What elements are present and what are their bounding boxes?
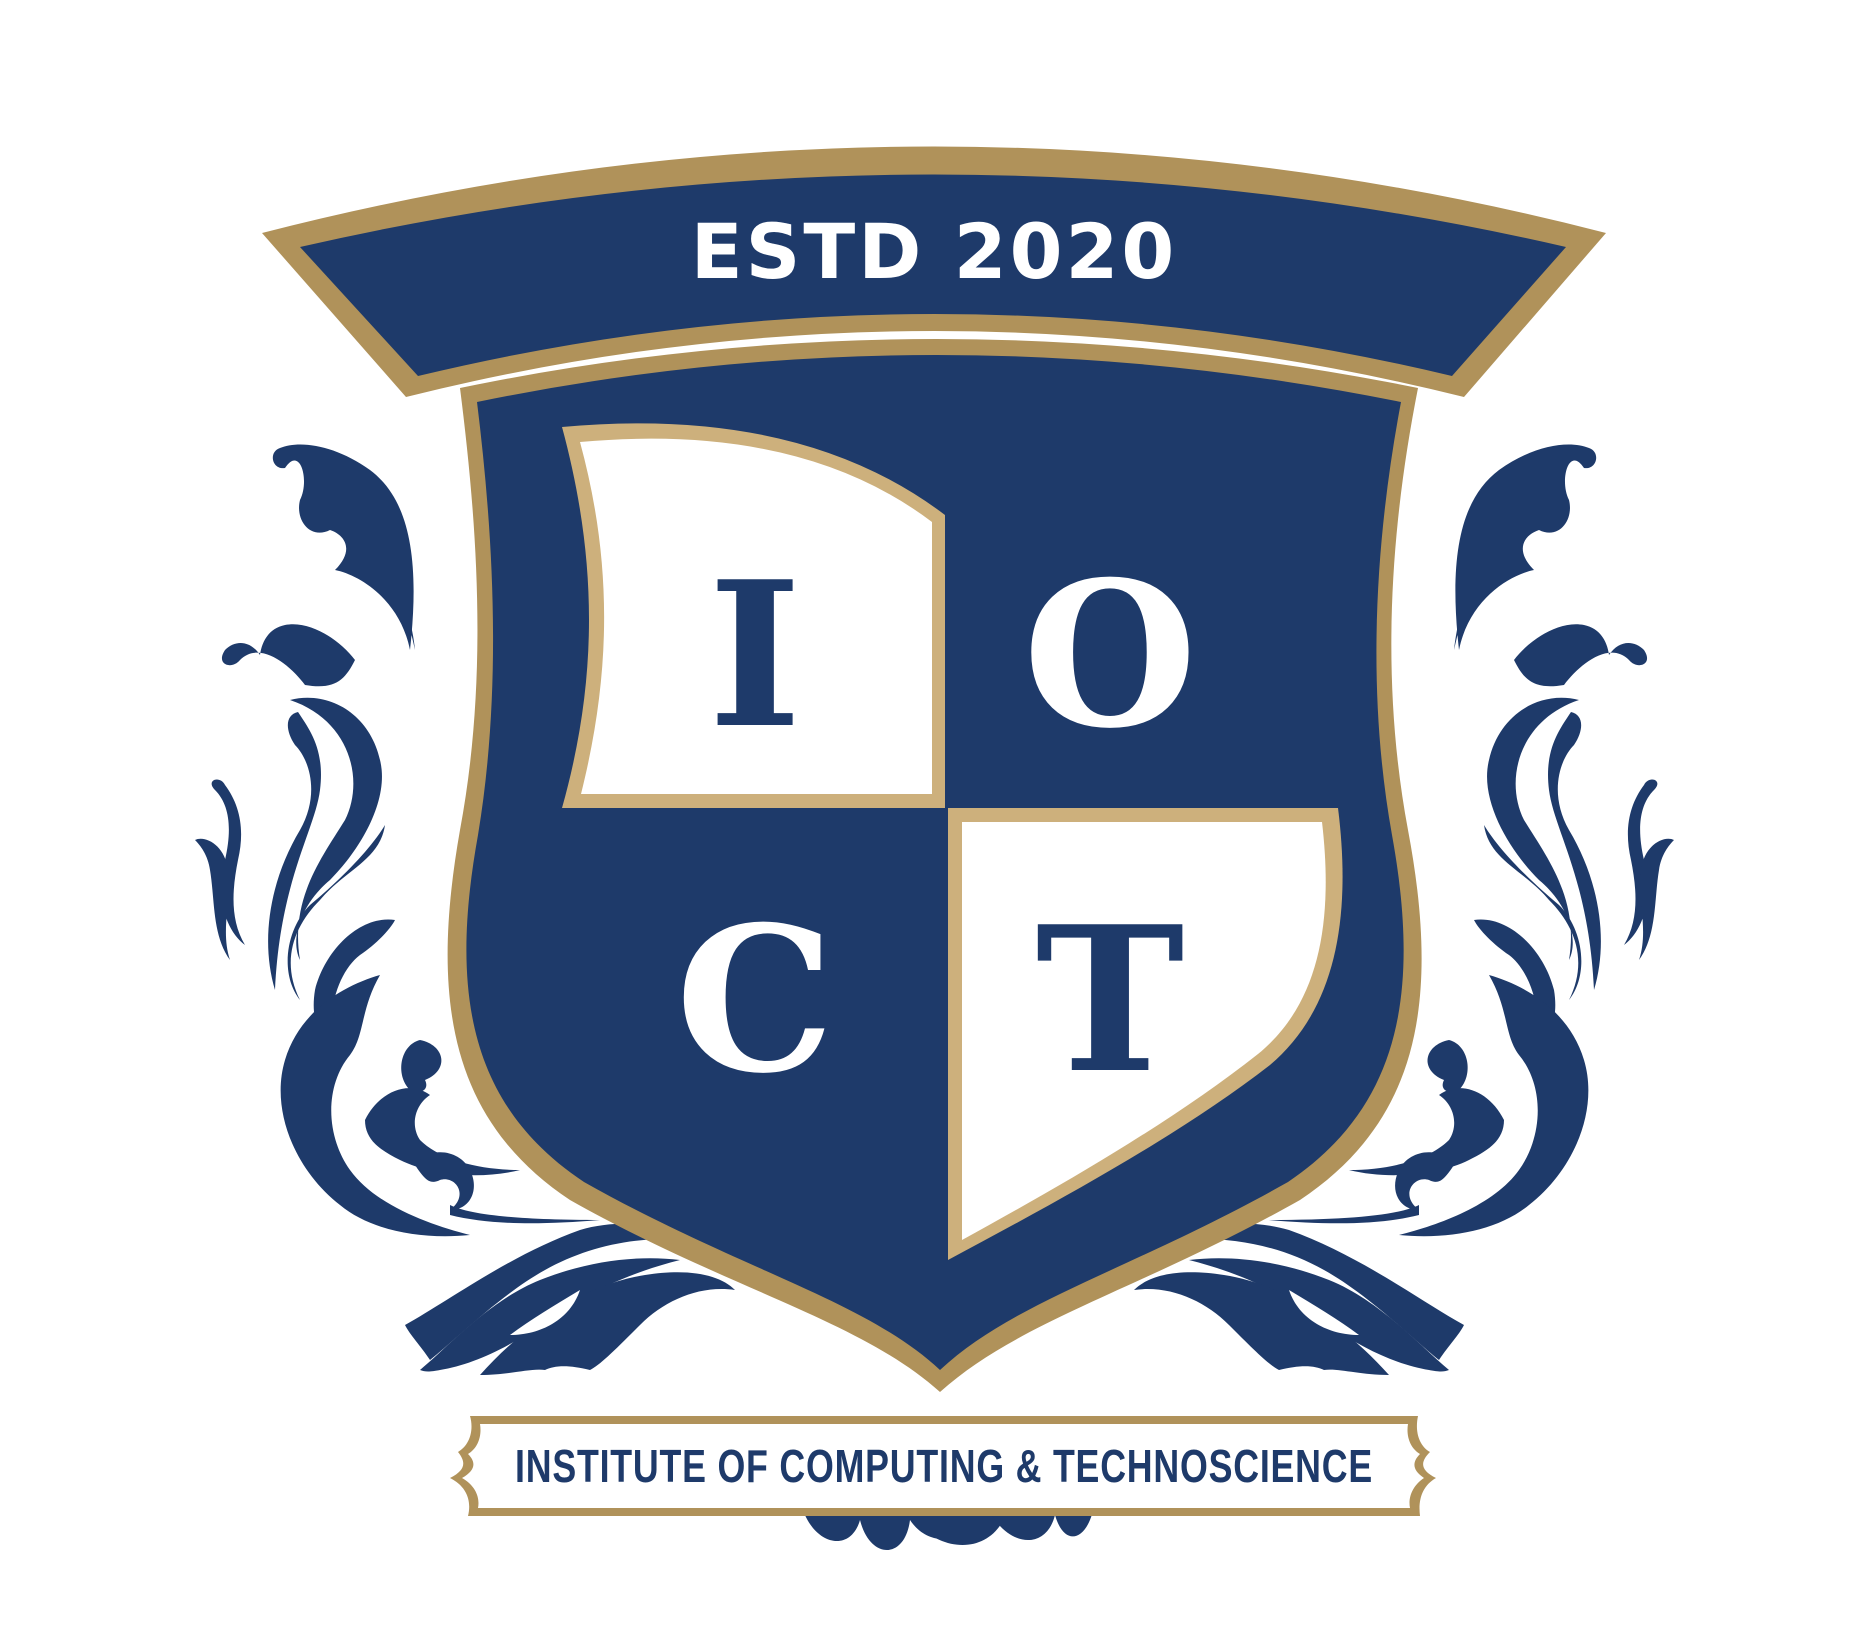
institution-name: INSTITUTE OF COMPUTING & TECHNOSCIENCE bbox=[515, 1440, 1373, 1492]
crest-letter-t: T bbox=[1036, 883, 1185, 1118]
crest-logo: ESTD 2020 I O C T INSTITUTE OF COMPUTING… bbox=[195, 146, 1674, 1550]
crest-letter-c: C bbox=[675, 883, 834, 1118]
established-text: ESTD 2020 bbox=[691, 207, 1178, 296]
crest-letter-i: I bbox=[708, 538, 802, 773]
crest-letter-o: O bbox=[1023, 538, 1197, 773]
